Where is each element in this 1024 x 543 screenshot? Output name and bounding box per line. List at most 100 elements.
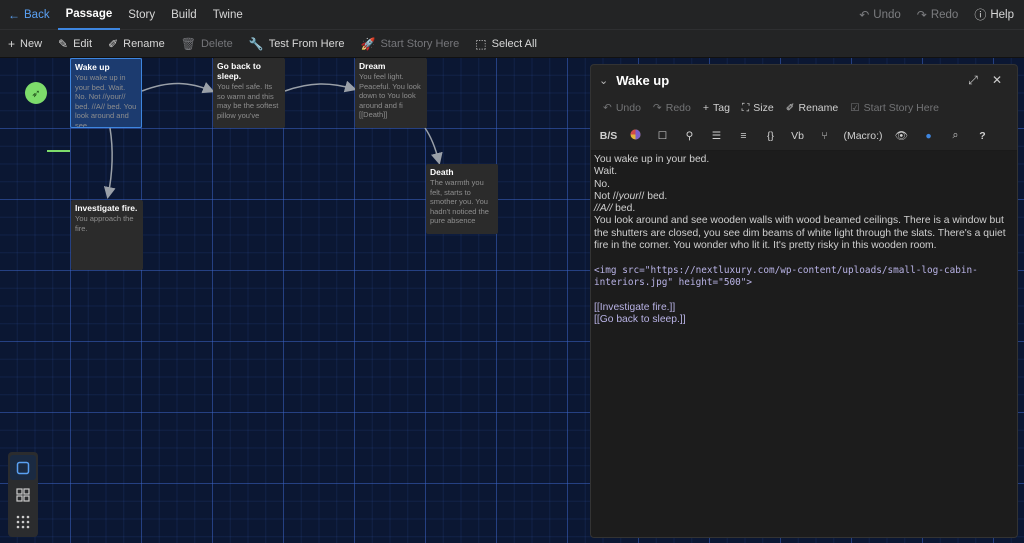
variable-button[interactable]: Vb	[784, 130, 811, 142]
add-tag-button[interactable]: + Tag	[697, 102, 736, 114]
passage-excerpt: The warmth you felt, starts to smother y…	[430, 178, 489, 225]
rename-label: Rename	[123, 37, 165, 50]
zoom-large-button[interactable]	[10, 455, 36, 481]
test-from-here-label: Test From Here	[268, 37, 345, 50]
branch-button[interactable]: ⑂	[811, 130, 838, 142]
passage-excerpt: You feel light. Peaceful. You look down …	[359, 72, 421, 119]
tab-passage[interactable]: Passage	[57, 0, 121, 30]
checkbox-icon: ☑	[850, 102, 860, 114]
editor-text: bed.	[612, 203, 636, 215]
preview-eye-icon[interactable]: 👁	[888, 129, 915, 142]
dialog-header: ⌄ Wake up ⤢ ✕	[591, 65, 1017, 95]
editor-text: // bed.	[638, 190, 668, 202]
undo-icon: ↶	[859, 7, 870, 22]
maximize-icon[interactable]: ⤢	[961, 73, 985, 88]
passage-card-go-back-to-sleep[interactable]: Go back to sleep. You feel safe. Its so …	[213, 58, 285, 128]
dialog-redo-label: Redo	[665, 102, 691, 114]
editor-link-line: [[Go back to sleep.]]	[594, 313, 686, 325]
back-label: Back	[24, 8, 50, 21]
passage-title: Wake up	[75, 62, 110, 72]
editor-line: You look around and see wooden walls wit…	[594, 215, 1009, 252]
select-all-icon: ⬚	[475, 36, 487, 51]
arrow-left-icon: ←	[8, 7, 20, 22]
format-toolbar: B/S ☐ ⚲ ☰ ≡ {} Vb ⑂ (Macro:) 👁 ● ⌕ ?	[591, 121, 1017, 151]
comment-icon[interactable]: ●	[915, 130, 942, 142]
editor-line: Wait.	[594, 166, 618, 178]
delete-label: Delete	[200, 37, 233, 50]
start-story-here-label: Start Story Here	[380, 37, 460, 50]
grid-9-icon	[16, 516, 30, 529]
passage-excerpt: You wake up in your bed. Wait. No. Not /…	[75, 73, 137, 128]
new-button[interactable]: + New	[0, 30, 50, 58]
zoom-medium-button[interactable]	[10, 482, 36, 507]
box-button[interactable]: ☐	[649, 130, 676, 142]
zoom-controls	[8, 452, 38, 537]
link-dream-to-death	[424, 127, 443, 165]
test-from-here-button[interactable]: 🔧 Test From Here	[241, 30, 353, 58]
editor-link-line: [[Investigate fire.]]	[594, 301, 676, 313]
tab-twine[interactable]: Twine	[205, 0, 251, 30]
italic-text: your	[618, 190, 639, 202]
select-all-button[interactable]: ⬚ Select All	[467, 30, 545, 58]
find-search-icon[interactable]: ⌕	[942, 129, 969, 142]
link-tool-button[interactable]: ⚲	[676, 130, 703, 142]
tab-build[interactable]: Build	[163, 0, 205, 30]
passage-excerpt: You approach the fire.	[75, 214, 134, 233]
passage-card-death[interactable]: Death The warmth you felt, starts to smo…	[426, 164, 498, 234]
start-connector	[47, 150, 70, 152]
size-button[interactable]: ⛶ Size	[736, 102, 780, 115]
dialog-start-story-here-label: Start Story Here	[863, 102, 939, 114]
select-all-label: Select All	[491, 37, 537, 50]
bold-strike-button[interactable]: B/S	[595, 130, 622, 142]
size-icon: ⛶	[741, 101, 750, 114]
rocket-icon: 🚀	[360, 36, 376, 51]
back-button[interactable]: ← Back	[0, 0, 58, 30]
list-button[interactable]: ☰	[703, 130, 730, 142]
align-button[interactable]: ≡	[730, 130, 757, 142]
tab-story[interactable]: Story	[120, 0, 163, 30]
help-button[interactable]: ⓘ Help	[966, 0, 1024, 30]
passage-excerpt: You feel safe. Its so warm and this may …	[217, 82, 279, 120]
passage-title: Dream	[359, 61, 386, 71]
edit-label: Edit	[73, 37, 93, 50]
redo-label: Redo	[930, 8, 959, 21]
passage-card-investigate-fire[interactable]: Investigate fire. You approach the fire.	[71, 200, 143, 270]
braces-button[interactable]: {}	[757, 130, 784, 142]
collapse-chevron-icon[interactable]: ⌄	[599, 74, 608, 87]
trash-icon: 🗑	[180, 36, 196, 51]
passage-edit-dialog: ⌄ Wake up ⤢ ✕ ↶ Undo ↷ Redo + Tag ⛶ Size…	[590, 64, 1018, 538]
link-wake-to-investigate	[103, 127, 116, 199]
dialog-undo-label: Undo	[615, 102, 641, 114]
undo-icon: ↶	[603, 102, 612, 114]
redo-button[interactable]: ↷ Redo	[909, 0, 967, 30]
link-sleep-to-dream	[284, 80, 357, 93]
dialog-undo-button[interactable]: ↶ Undo	[597, 102, 647, 114]
top-bar: ← Back Passage Story Build Twine ↶ Undo …	[0, 0, 1024, 30]
edit-icon: ✎	[58, 36, 69, 51]
undo-button[interactable]: ↶ Undo	[851, 0, 909, 30]
syntax-help-button[interactable]: ?	[969, 130, 996, 142]
dialog-title: Wake up	[616, 72, 670, 88]
passage-text-editor[interactable]: You wake up in your bed. Wait. No. Not /…	[591, 151, 1017, 537]
dialog-toolbar: ↶ Undo ↷ Redo + Tag ⛶ Size ✐ Rename ☑ St…	[591, 95, 1017, 121]
dialog-start-story-here-button[interactable]: ☑ Start Story Here	[844, 102, 945, 114]
start-story-here-button[interactable]: 🚀 Start Story Here	[352, 30, 467, 58]
delete-button[interactable]: 🗑 Delete	[173, 30, 241, 58]
close-icon[interactable]: ✕	[985, 73, 1009, 87]
macro-button[interactable]: (Macro:)	[838, 130, 888, 142]
redo-icon: ↷	[652, 102, 662, 114]
undo-label: Undo	[873, 8, 901, 21]
editor-html-line: <img src="https://nextluxury.com/wp-cont…	[594, 264, 978, 288]
wrench-icon: 🔧	[248, 36, 264, 51]
dialog-redo-button[interactable]: ↷ Redo	[647, 102, 697, 114]
passage-card-wake-up[interactable]: Wake up You wake up in your bed. Wait. N…	[70, 58, 142, 128]
redo-icon: ↷	[916, 7, 927, 22]
editor-line: //A// bed.	[594, 203, 1016, 215]
rename-button[interactable]: ✐ Rename	[100, 30, 173, 58]
color-button[interactable]	[622, 129, 649, 143]
dialog-rename-button[interactable]: ✐ Rename	[780, 102, 845, 114]
passage-card-dream[interactable]: Dream You feel light. Peaceful. You look…	[355, 58, 427, 128]
zoom-small-button[interactable]	[10, 510, 36, 535]
edit-button[interactable]: ✎ Edit	[50, 30, 100, 58]
editor-line: No.	[594, 178, 611, 190]
